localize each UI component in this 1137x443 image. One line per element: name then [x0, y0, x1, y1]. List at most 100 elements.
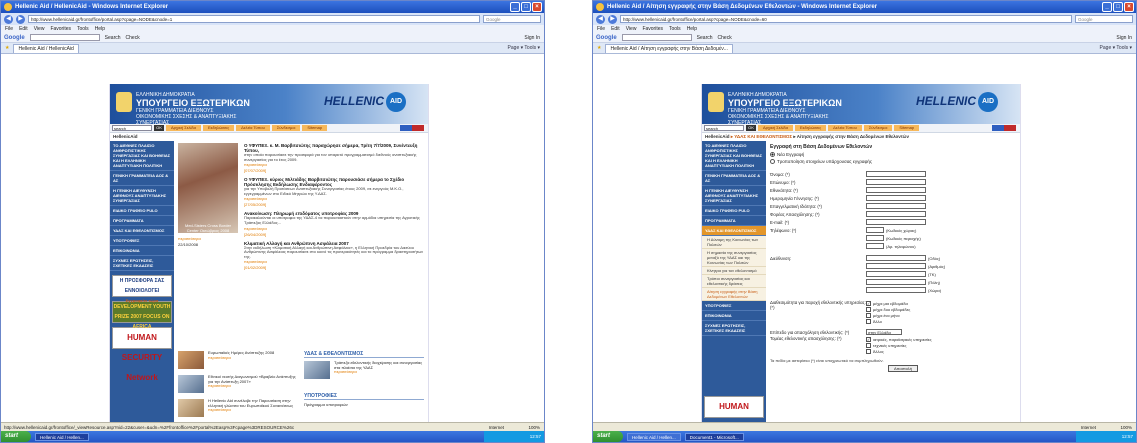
google-search-button[interactable]: Search — [105, 35, 121, 41]
back-icon[interactable]: ◀ — [596, 14, 605, 24]
news-more-link[interactable]: περισσότερα — [244, 259, 267, 264]
tab-active[interactable]: Hellenic Aid / HellenicAid — [13, 43, 79, 53]
radio-update[interactable] — [770, 159, 775, 164]
city-field[interactable] — [866, 279, 926, 285]
list-item-more[interactable]: περισσότερα — [208, 384, 298, 389]
postcode-field[interactable] — [866, 271, 926, 277]
number-field[interactable] — [866, 263, 926, 269]
google-search-button[interactable]: Search — [697, 35, 713, 41]
level-select[interactable]: στην Ελλάδα — [866, 329, 902, 335]
submit-button[interactable]: Αποστολή — [888, 365, 918, 372]
employer-field[interactable] — [866, 211, 926, 217]
thumbnail[interactable] — [178, 399, 204, 417]
nav-links[interactable]: Σύνδεσμοι — [271, 125, 301, 131]
section-text[interactable]: Πρόγραμμα υποτροφιών — [304, 402, 424, 408]
url-field[interactable]: http://www.hellenicaid.gr/frontoffice/po… — [28, 15, 480, 23]
thumbnail[interactable] — [304, 361, 330, 379]
close-icon[interactable]: × — [1124, 2, 1134, 12]
breadcrumb-root[interactable]: HellenicAid — [705, 134, 730, 139]
sign-in-link[interactable]: Sign In — [1116, 35, 1136, 41]
zoom-level[interactable]: 100% — [1120, 423, 1132, 431]
availability-checkbox[interactable] — [866, 306, 871, 312]
sidebar-item[interactable]: ΕΠΙΚΟΙΝΩΝΙΑ — [702, 311, 766, 321]
back-icon[interactable]: ◀ — [4, 14, 13, 24]
sidebar-item[interactable]: ΕΠΙΚΟΙΝΩΝΙΑ — [110, 246, 174, 256]
sidebar-item[interactable]: ΣΥΧΝΕΣ ΕΡΩΤΗΣΕΙΣ, ΣΧΕΤΙΚΕΣ ΕΚΑΔΣΕΙΣ — [702, 321, 766, 336]
menu-edit[interactable]: Edit — [611, 25, 620, 33]
forward-icon[interactable]: ▶ — [16, 14, 25, 24]
sidebar-item[interactable]: ΣΥΧΝΕΣ ΕΡΩΤΗΣΕΙΣ, ΣΧΕΤΙΚΕΣ ΕΚΑΔΣΕΙΣ — [110, 256, 174, 271]
sidebar-item[interactable]: ΓΕΝΙΚΗ ΓΡΑΜΜΑΤΕΙΑ ΔΟΣ & ΑΣ — [110, 171, 174, 186]
sidebar-item[interactable]: ΥΠΟΤΡΟΦΙΕΣ — [702, 301, 766, 311]
sign-in-link[interactable]: Sign In — [524, 35, 544, 41]
first-name-field[interactable] — [866, 171, 926, 177]
favorites-star-icon[interactable]: ★ — [597, 45, 601, 51]
hero-photo[interactable] — [178, 143, 238, 233]
taskbar-item[interactable]: Document1 - Microsoft... — [684, 432, 744, 441]
menu-favorites[interactable]: Favorites — [50, 25, 71, 33]
phone-country-field[interactable] — [866, 227, 884, 233]
minimize-icon[interactable]: _ — [1102, 2, 1112, 12]
sidebar-item[interactable]: ΠΡΟΓΡΑΜΜΑΤΑ — [110, 216, 174, 226]
youth-prize-banner[interactable]: DEVELOPMENT YOUTH PRIZE 2007 FOCUS ON AF… — [112, 301, 172, 330]
thumbnail[interactable] — [178, 375, 204, 393]
nationality-field[interactable] — [866, 187, 926, 193]
submenu-item[interactable]: Τρόποι συνεργασίας και εθελοντικής δράσε… — [702, 275, 766, 288]
close-icon[interactable]: × — [532, 2, 542, 12]
submenu-item[interactable]: Η σημασία της συνεργασίας μεταξύ της ΥΔΑ… — [702, 249, 766, 267]
sidebar-item[interactable]: ΤΟ ΔΙΕΘΝΕΣ ΠΛΑΙΣΙΟ ΑΝΘΡΩΠΙΣΤΙΚΗΣ ΣΥΝΕΡΓΑ… — [702, 141, 766, 171]
sector-checkbox[interactable]: ✓ — [866, 336, 871, 342]
minimize-icon[interactable]: _ — [510, 2, 520, 12]
submenu-item-active[interactable]: Αίτηση εγγραφής στην Βάση Δεδομένων Εθελ… — [702, 288, 766, 301]
nav-links[interactable]: Σύνδεσμοι — [863, 125, 893, 131]
section-more[interactable]: περισσότερα — [334, 370, 424, 375]
maximize-icon[interactable]: □ — [1113, 2, 1123, 12]
sector-checkbox[interactable] — [866, 348, 871, 354]
sidebar-item[interactable]: ΕΙΔΙΚΟ ΓΡΑΦΕΙΟ PULO — [110, 206, 174, 216]
list-item-more[interactable]: περισσότερα — [208, 355, 274, 361]
volunteer-banner[interactable]: Η ΠΡΟΣΦΟΡΑ ΣΑΣ ΕΝΝΟΙΟΛΟΓΕΙ Εγγραφείτε τώ… — [112, 275, 172, 303]
sidebar-item[interactable]: Η ΓΕΝΙΚΗ ΔΙΕΥΘΥΝΣΗ ΔΙΕΘΝΟΥΣ ΑΝΑΠΤΥΞΙΑΚΗΣ… — [702, 186, 766, 206]
menu-tools[interactable]: Tools — [669, 25, 681, 33]
availability-checkbox[interactable] — [866, 312, 871, 318]
sidebar-item[interactable]: ΥΔΑΣ ΚΑΙ ΕΘΕΛΟΝΤΙΣΜΟΣ — [110, 226, 174, 236]
sidebar-item[interactable]: ΠΡΟΓΡΑΜΜΑΤΑ — [702, 216, 766, 226]
search-input[interactable]: Google — [1075, 15, 1133, 23]
nav-sitemap[interactable]: Sitemap — [302, 125, 328, 131]
menu-edit[interactable]: Edit — [19, 25, 28, 33]
nav-sitemap[interactable]: Sitemap — [894, 125, 920, 131]
human-security-banner[interactable]: HUMAN SECURITY Network — [112, 327, 172, 382]
email-field[interactable] — [866, 219, 926, 225]
list-item-more[interactable]: περισσότερα — [208, 408, 298, 413]
human-security-banner[interactable]: HUMAN SECURITY — [704, 396, 764, 418]
profession-field[interactable] — [866, 203, 926, 209]
phone-area-field[interactable] — [866, 235, 884, 241]
submenu-item[interactable]: Η Δύναμη της Κοινωνίας των Πολιτών — [702, 236, 766, 249]
language-flags-icon[interactable] — [400, 125, 424, 131]
start-button[interactable]: start — [593, 431, 623, 442]
start-button[interactable]: start — [1, 431, 31, 442]
tab-active[interactable]: Hellenic Aid / Αίτηση εγγραφής στην Βάση… — [605, 43, 733, 53]
news-more-link[interactable]: περισσότερα — [244, 196, 267, 201]
sidebar-item[interactable]: ΕΙΔΙΚΟ ΓΡΑΦΕΙΟ PULO — [702, 206, 766, 216]
menu-help[interactable]: Help — [687, 25, 697, 33]
breadcrumb-mid[interactable]: ΥΔΑΣ ΚΑΙ ΕΘΕΛΟΝΤΙΣΜΟΣ — [734, 134, 792, 139]
sidebar-item[interactable]: Η ΓΕΝΙΚΗ ΔΙΕΥΘΥΝΣΗ ΔΙΕΘΝΟΥΣ ΑΝΑΠΤΥΞΙΑΚΗΣ… — [110, 186, 174, 206]
availability-checkbox[interactable]: ✓ — [866, 300, 871, 306]
google-check-button[interactable]: Check — [718, 35, 732, 41]
taskbar-item[interactable]: Hellenic Aid / Hellen... — [35, 432, 89, 441]
radio-new[interactable] — [770, 152, 775, 157]
url-field[interactable]: http://www.hellenicaid.gr/frontoffice/po… — [620, 15, 1072, 23]
page-tools-menu[interactable]: Page ▾ Tools ▾ — [508, 45, 544, 51]
birthdate-field[interactable] — [866, 195, 926, 201]
menu-view[interactable]: View — [626, 25, 637, 33]
sector-checkbox[interactable] — [866, 342, 871, 348]
google-search-input[interactable] — [621, 34, 692, 41]
forward-icon[interactable]: ▶ — [608, 14, 617, 24]
news-more-link[interactable]: περισσότερα — [244, 162, 267, 167]
maximize-icon[interactable]: □ — [521, 2, 531, 12]
menu-help[interactable]: Help — [95, 25, 105, 33]
sidebar-item-volunteering[interactable]: ΥΔΑΣ ΚΑΙ ΕΘΕΛΟΝΤΙΣΜΟΣ — [702, 226, 766, 236]
submenu-item[interactable]: Κίνητρα για τον εθελοντισμό — [702, 267, 766, 275]
menu-tools[interactable]: Tools — [77, 25, 89, 33]
